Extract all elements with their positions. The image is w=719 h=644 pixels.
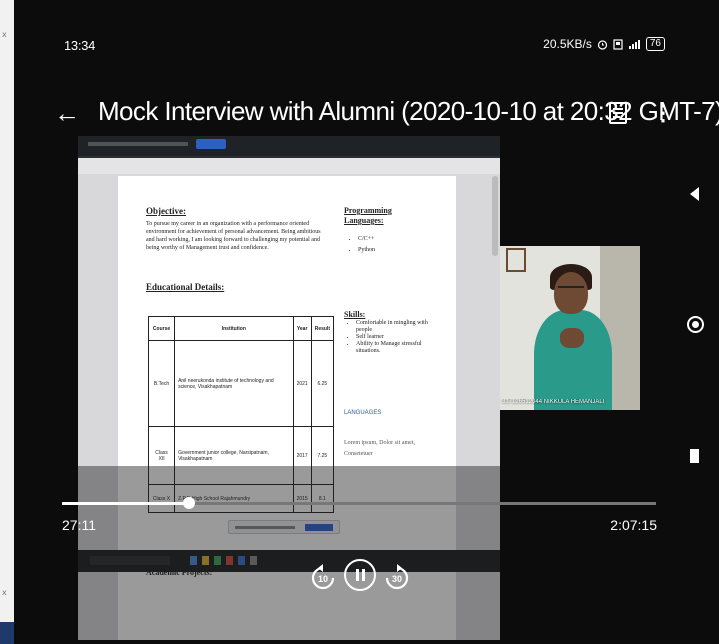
skills-heading: Skills: [344,310,366,319]
participant-name: 317126512044 NIKKULA HEMANJALI [502,399,605,405]
seek-bar-progress [62,502,189,505]
programming-list: C/C++ Python [350,234,375,256]
table-header: Course [147,316,176,341]
table-header: Year [292,316,312,341]
nav-recents-icon[interactable] [690,449,699,463]
table-header: Institution [174,316,294,341]
nav-back-icon[interactable] [690,187,699,201]
seek-thumb[interactable] [182,497,195,509]
forward-seconds: 30 [392,574,402,584]
back-arrow-icon[interactable]: ← [52,98,82,128]
total-duration: 2:07:15 [610,517,657,533]
document-toolbar [78,158,500,174]
cam-person-body [534,310,612,410]
document-scrollbar [492,176,498,256]
skills-list: Comfortable in mingling with people Self… [344,320,444,355]
table-header: Result [310,316,335,341]
status-indicators: 20.5KB/s 76 [543,37,665,51]
list-item: Python [358,245,375,256]
participant-video [500,246,640,410]
screen-share-bar [78,136,500,156]
table-cell: B.Tech [147,340,176,427]
battery-indicator: 76 [645,37,665,51]
pause-button[interactable] [344,559,376,591]
table-header-row: Course Institution Year Result [147,316,335,341]
table-row: B.Tech Anil neerukonda institute of tech… [147,340,335,427]
programming-heading: Programming Languages: [344,206,392,225]
network-speed: 20.5KB/s [543,37,592,51]
forward-icon[interactable]: 30 [382,563,412,593]
nav-home-icon[interactable] [687,316,704,333]
current-time: 27:11 [62,517,96,533]
signal-icon [628,39,640,49]
background-app-accent [0,622,14,644]
languages-heading: LANGUAGES [344,410,382,416]
cam-picture-frame [506,248,526,272]
more-options-icon[interactable]: ⋮ [652,100,674,126]
rewind-icon[interactable]: 10 [308,563,338,593]
share-bar-text [88,142,188,146]
list-item: Comfortable in mingling with people [356,320,444,334]
education-heading: Educational Details: [146,282,225,292]
list-item: Self learner [356,334,444,341]
notes-icon[interactable] [608,102,628,124]
data-icon [613,38,623,50]
status-time: 13:34 [64,38,96,53]
objective-text: To pursue my career in an organization w… [146,221,321,251]
background-app-mark: x [2,588,7,597]
background-app-mark: x [2,30,7,39]
table-cell: 6.25 [310,340,335,427]
table-cell: Anil neerukonda institute of technology … [174,340,294,427]
rewind-seconds: 10 [318,574,328,584]
share-bar-button [196,139,226,149]
background-app-strip: x x [0,0,14,644]
list-item: Ability to Manage stressful situations. [356,341,444,355]
table-cell: 2021 [292,340,312,427]
list-item: C/C++ [358,234,375,245]
cam-person-glasses [558,286,584,294]
objective-heading: Objective: [146,206,186,216]
seek-bar[interactable] [62,497,656,509]
controls-overlay [78,466,500,640]
alarm-icon [597,39,607,50]
cam-person-hands [560,328,584,348]
placeholder-text: Lorem ipsum, Dolor sit amet, Consetetuer [344,440,415,457]
